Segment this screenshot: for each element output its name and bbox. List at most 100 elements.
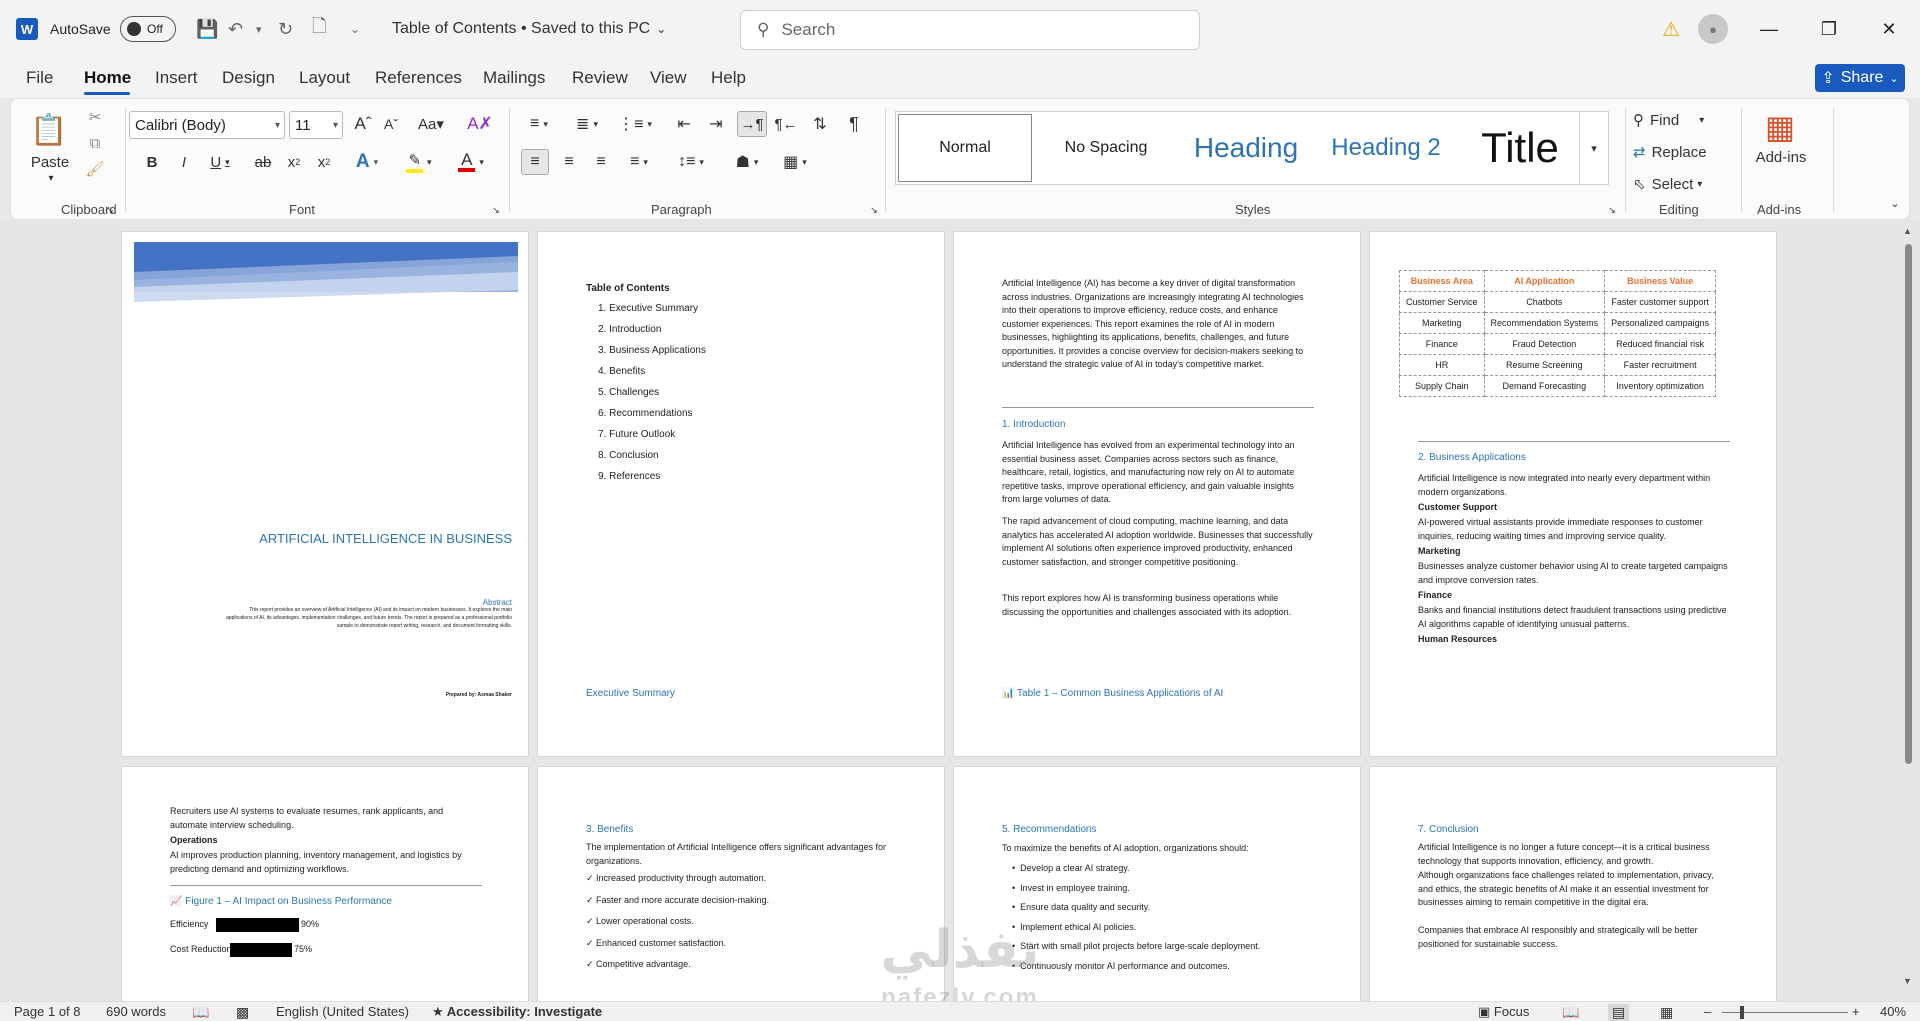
page-1[interactable]: ARTIFICIAL INTELLIGENCE IN BUSINESS Abst… — [121, 231, 529, 757]
page-count[interactable]: Page 1 of 8 — [14, 1004, 81, 1019]
align-left-icon[interactable]: ≡ — [521, 149, 549, 175]
style-no-spacing[interactable]: No Spacing — [1036, 112, 1176, 184]
page-6[interactable]: 3. Benefits The implementation of Artifi… — [537, 766, 945, 1001]
italic-icon[interactable]: I — [173, 149, 195, 175]
customize-toolbar-icon[interactable]: ⌄ — [350, 0, 360, 58]
paste-dropdown-icon[interactable]: ▾ — [41, 171, 61, 185]
undo-dropdown-icon[interactable]: ▾ — [256, 0, 262, 58]
scroll-up-icon[interactable]: ▲ — [1903, 226, 1912, 236]
style-heading[interactable]: Heading — [1176, 112, 1316, 184]
font-size-select[interactable]: 11 ▾ — [289, 111, 343, 139]
macro-icon[interactable]: ▩ — [236, 1004, 249, 1021]
word-count[interactable]: 690 words — [106, 1004, 166, 1019]
styles-launcher-icon[interactable]: ↘ — [1605, 203, 1619, 217]
text-effects-icon[interactable]: A ▾ — [347, 149, 387, 175]
multilevel-list-icon[interactable]: ⋮≡ ▾ — [615, 111, 655, 137]
select-button[interactable]: ⬁ Select ▾ — [1633, 171, 1733, 197]
tab-insert[interactable]: Insert — [155, 68, 198, 88]
page-3[interactable]: Artificial Intelligence (AI) has become … — [953, 231, 1361, 757]
accessibility-status[interactable]: ★ Accessibility: Investigate — [432, 1004, 602, 1020]
tab-view[interactable]: View — [650, 68, 687, 88]
minimize-icon[interactable]: — — [1740, 0, 1798, 58]
find-button[interactable]: ⚲ Find ▾ — [1633, 107, 1733, 133]
paste-button[interactable]: Paste — [25, 153, 75, 171]
superscript-icon[interactable]: x2 — [313, 149, 335, 175]
search-box[interactable]: ⚲ Search — [740, 10, 1200, 50]
page-8[interactable]: 7. Conclusion Artificial Intelligence is… — [1369, 766, 1777, 1001]
align-right-icon[interactable]: ≡ — [587, 149, 615, 175]
paragraph-launcher-icon[interactable]: ↘ — [867, 203, 881, 217]
save-icon[interactable]: 💾 — [196, 0, 218, 58]
collapse-ribbon-icon[interactable]: ⌄ — [1887, 195, 1903, 211]
toc-item[interactable]: 4. Benefits — [598, 365, 706, 386]
format-painter-icon[interactable]: 🖌 — [85, 159, 105, 179]
numbering-icon[interactable]: ≣ ▾ — [567, 111, 607, 137]
new-document-icon[interactable]: 🗋 — [312, 0, 326, 58]
font-launcher-icon[interactable]: ↘ — [489, 203, 503, 217]
addins-button[interactable]: Add-ins — [1747, 147, 1815, 167]
zoom-in-icon[interactable]: + — [1852, 1004, 1860, 1019]
underline-icon[interactable]: U ▾ — [203, 149, 237, 175]
tab-home[interactable]: Home — [84, 68, 131, 88]
zoom-slider-thumb[interactable] — [1740, 1006, 1744, 1019]
tab-help[interactable]: Help — [711, 68, 746, 88]
tab-references[interactable]: References — [375, 68, 462, 88]
web-layout-icon[interactable]: ▦ — [1660, 1004, 1673, 1021]
page-2[interactable]: Table of Contents 1. Executive Summary 2… — [537, 231, 945, 757]
sort-icon[interactable]: ⇅ — [807, 111, 833, 137]
bullets-icon[interactable]: ≡ ▾ — [519, 111, 559, 137]
share-button[interactable]: ⇪ Share ⌄ — [1815, 64, 1905, 92]
clear-formatting-icon[interactable]: A✗ — [467, 111, 493, 137]
page-5[interactable]: Recruiters use AI systems to evaluate re… — [121, 766, 529, 1001]
print-layout-icon[interactable]: ▤ — [1608, 1004, 1630, 1021]
toc-item[interactable]: 2. Introduction — [598, 323, 706, 344]
page-7[interactable]: 5. Recommendations To maximize the benef… — [953, 766, 1361, 1001]
align-center-icon[interactable]: ≡ — [555, 149, 583, 175]
language-status[interactable]: English (United States) — [276, 1004, 409, 1019]
tab-file[interactable]: File — [26, 68, 53, 88]
cut-icon[interactable]: ✂ — [85, 107, 105, 127]
ltr-icon[interactable]: →¶ — [737, 111, 767, 137]
tab-design[interactable]: Design — [222, 68, 275, 88]
toc-item[interactable]: 5. Challenges — [598, 386, 706, 407]
toc-item[interactable]: 9. References — [598, 470, 706, 491]
zoom-level[interactable]: 40% — [1880, 1004, 1906, 1019]
toc-item[interactable]: 8. Conclusion — [598, 449, 706, 470]
restore-icon[interactable]: ❐ — [1800, 0, 1858, 58]
warning-icon[interactable]: ⚠ — [1662, 0, 1680, 58]
read-mode-icon[interactable]: 📖 — [1562, 1004, 1579, 1021]
close-icon[interactable]: ✕ — [1860, 0, 1918, 58]
toc-item[interactable]: 3. Business Applications — [598, 344, 706, 365]
style-normal[interactable]: Normal — [898, 114, 1032, 182]
show-formatting-icon[interactable]: ¶ — [841, 111, 867, 137]
shading-icon[interactable]: ☗ ▾ — [727, 149, 767, 175]
borders-icon[interactable]: ▦ ▾ — [775, 149, 815, 175]
autosave-toggle[interactable]: Off — [120, 0, 176, 58]
page-4[interactable]: Business Area AI Application Business Va… — [1369, 231, 1777, 757]
line-spacing-icon[interactable]: ↕≡ ▾ — [671, 149, 711, 175]
scroll-down-icon[interactable]: ▼ — [1903, 976, 1912, 986]
style-heading-2[interactable]: Heading 2 — [1316, 112, 1456, 184]
strikethrough-icon[interactable]: ab — [251, 149, 275, 175]
toc-item[interactable]: 6. Recommendations — [598, 407, 706, 428]
redo-icon[interactable]: ↻ — [278, 0, 293, 58]
tab-mailings[interactable]: Mailings — [483, 68, 545, 88]
font-name-select[interactable]: Calibri (Body) ▾ — [129, 111, 285, 139]
subscript-icon[interactable]: x2 — [283, 149, 305, 175]
zoom-out-icon[interactable]: – — [1704, 1004, 1711, 1019]
replace-button[interactable]: ⇄ Replace — [1633, 139, 1733, 165]
clipboard-launcher-icon[interactable]: ↘ — [103, 203, 117, 217]
font-color-icon[interactable]: A ▾ — [451, 149, 491, 175]
increase-indent-icon[interactable]: ⇥ — [703, 111, 729, 137]
toc-item[interactable]: 1. Executive Summary — [598, 302, 706, 323]
change-case-icon[interactable]: Aa▾ — [411, 111, 451, 137]
rtl-icon[interactable]: ¶← — [771, 111, 801, 137]
shrink-font-icon[interactable]: Aˇ — [379, 111, 403, 137]
document-title[interactable]: Table of Contents • Saved to this PC ⌄ — [392, 0, 666, 58]
focus-mode[interactable]: ▣ Focus — [1478, 1004, 1529, 1020]
addins-icon[interactable]: ▦ — [1757, 107, 1803, 147]
scrollbar-thumb[interactable] — [1905, 244, 1912, 764]
copy-icon[interactable]: ⧉ — [85, 133, 105, 153]
decrease-indent-icon[interactable]: ⇤ — [671, 111, 697, 137]
justify-icon[interactable]: ≡ ▾ — [619, 149, 659, 175]
